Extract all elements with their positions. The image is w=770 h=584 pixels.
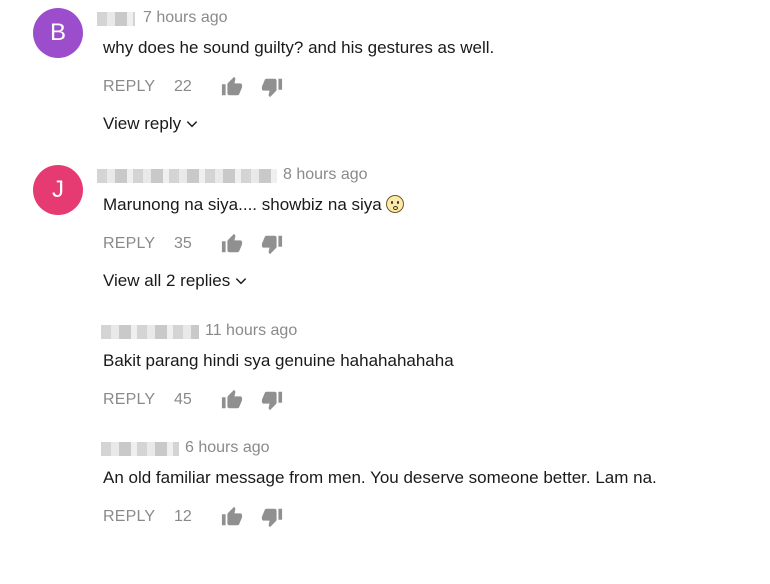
comment-text: Bakit parang hindi sya genuine hahahahah… (103, 351, 454, 370)
comment-text-row: Marunong na siya.... showbiz na siya (103, 195, 404, 215)
comment-thread: 6 hours ago An old familiar message from… (0, 434, 770, 584)
comment-thread: B 7 hours ago why does he sound guilty? … (0, 4, 770, 154)
like-count: 35 (174, 235, 192, 252)
author-name-redacted[interactable] (97, 169, 277, 183)
thumb-down-icon[interactable] (261, 76, 283, 98)
avatar[interactable]: B (33, 8, 83, 58)
thumb-up-icon[interactable] (221, 233, 243, 255)
author-name-redacted[interactable] (101, 325, 199, 339)
reply-button[interactable]: REPLY (103, 78, 155, 96)
comment-timestamp[interactable]: 8 hours ago (283, 166, 368, 184)
avatar[interactable]: J (33, 165, 83, 215)
view-replies-label: View all 2 replies (103, 271, 231, 290)
like-count: 45 (174, 391, 192, 408)
comment-text: why does he sound guilty? and his gestur… (103, 38, 495, 57)
comment-text: Marunong na siya.... showbiz na siya (103, 195, 382, 214)
thumb-up-icon[interactable] (221, 76, 243, 98)
thumb-down-icon[interactable] (261, 506, 283, 528)
avatar[interactable] (33, 438, 83, 488)
view-replies-button[interactable]: View reply (103, 114, 199, 134)
comment-timestamp[interactable]: 6 hours ago (185, 439, 270, 457)
astonished-face-emoji (385, 195, 404, 213)
thumb-up-icon[interactable] (221, 506, 243, 528)
thumb-down-icon[interactable] (261, 389, 283, 411)
avatar[interactable] (33, 321, 83, 371)
author-name-redacted[interactable] (97, 12, 135, 26)
comment-thread: J 8 hours ago Marunong na siya.... showb… (0, 161, 770, 311)
view-replies-label: View reply (103, 114, 182, 133)
like-count: 12 (174, 508, 192, 525)
reply-button[interactable]: REPLY (103, 391, 155, 409)
reply-button[interactable]: REPLY (103, 508, 155, 526)
view-replies-button[interactable]: View all 2 replies (103, 271, 248, 291)
thumb-up-icon[interactable] (221, 389, 243, 411)
comment-timestamp[interactable]: 7 hours ago (143, 9, 228, 27)
like-count: 22 (174, 78, 192, 95)
author-name-redacted[interactable] (101, 442, 179, 456)
thumb-down-icon[interactable] (261, 233, 283, 255)
reply-button[interactable]: REPLY (103, 235, 155, 253)
chevron-down-icon (236, 278, 247, 285)
comment-text: An old familiar message from men. You de… (103, 468, 657, 487)
chevron-down-icon (186, 121, 198, 128)
comment-timestamp[interactable]: 11 hours ago (205, 322, 297, 340)
